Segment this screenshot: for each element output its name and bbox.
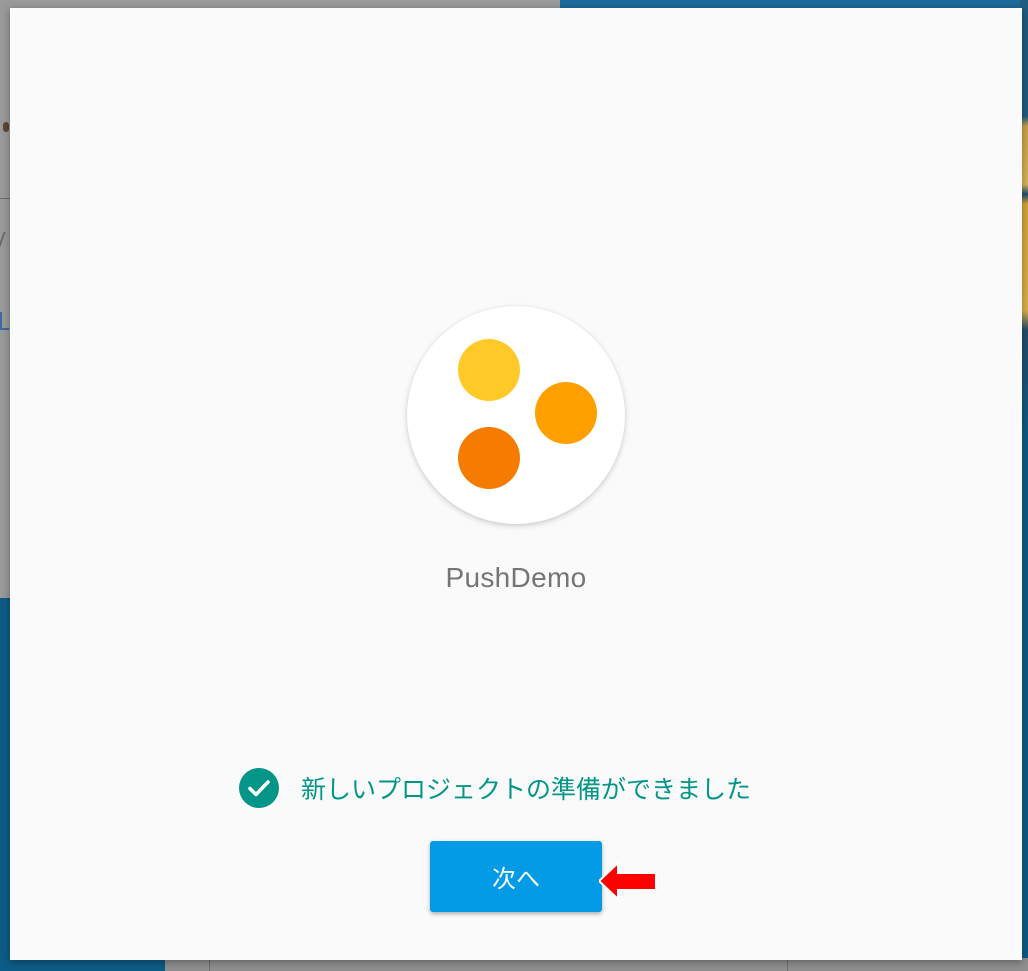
check-circle-icon <box>239 768 279 808</box>
status-row: 新しいプロジェクトの準備ができました <box>239 768 751 808</box>
status-message: 新しいプロジェクトの準備ができました <box>301 775 752 804</box>
logo-dot-yellow <box>458 339 520 401</box>
logo-dot-dark-orange <box>458 427 520 489</box>
background-fragment <box>0 312 9 330</box>
background-divider <box>0 198 10 199</box>
background-left-panel <box>0 598 10 971</box>
logo-dot-orange <box>535 382 597 444</box>
next-button[interactable]: 次へ <box>430 841 602 912</box>
project-name: PushDemo <box>445 562 587 593</box>
project-logo <box>407 306 625 524</box>
red-arrow-icon <box>599 860 657 902</box>
background-header-strip <box>560 0 1028 8</box>
project-ready-dialog: PushDemo 新しいプロジェクトの準備ができました 次へ <box>10 8 1022 960</box>
background-fragment <box>3 122 9 132</box>
